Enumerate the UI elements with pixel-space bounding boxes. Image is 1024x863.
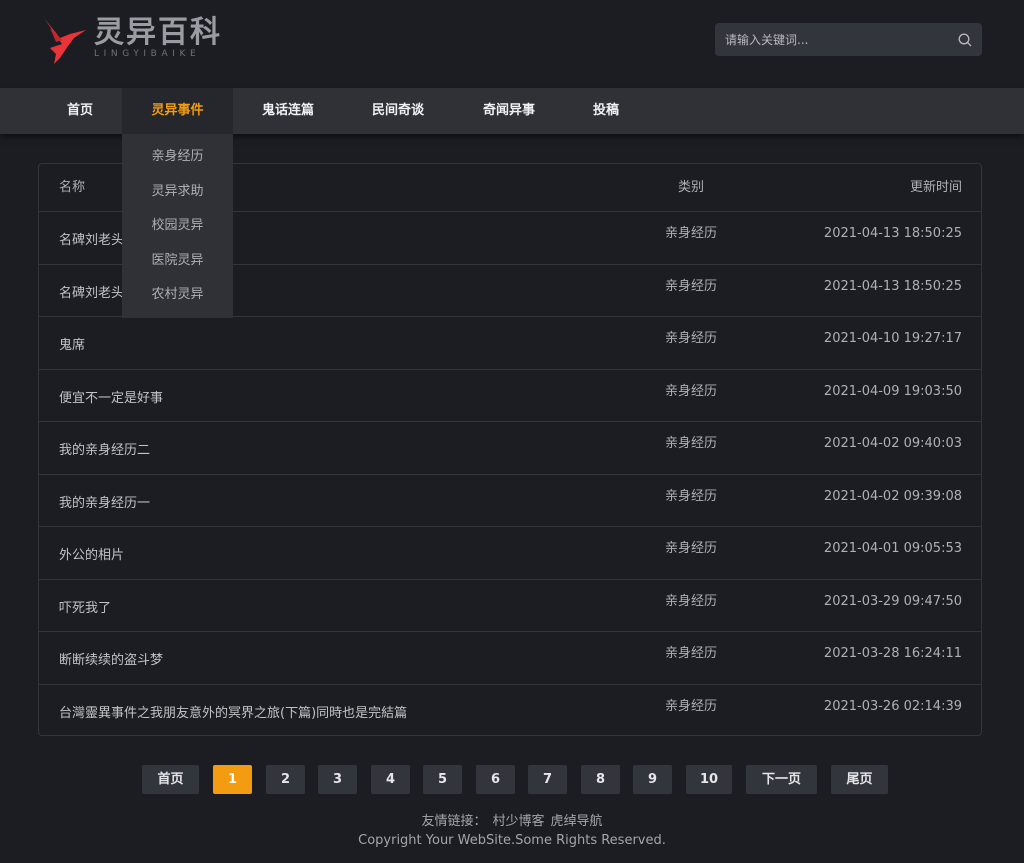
row-title-link[interactable]: 台灣靈異事件之我朋友意外的冥界之旅(下篇)同時也是完結篇	[59, 689, 407, 739]
row-title-link[interactable]: 我的亲身经历二	[59, 426, 150, 476]
page-button-3[interactable]: 3	[318, 765, 357, 794]
row-title-link[interactable]: 我的亲身经历一	[59, 479, 150, 529]
table-row: 便宜不一定是好事 亲身经历 2021-04-09 19:03:50	[39, 370, 981, 424]
nav-item-folk-tales[interactable]: 民间奇谈	[362, 88, 434, 134]
table-row: 我的亲身经历一 亲身经历 2021-04-02 09:39:08	[39, 475, 981, 529]
nav-dropdown-menu: 亲身经历 灵异求助 校园灵异 医院灵异 农村灵异	[122, 134, 233, 318]
dropdown-item-personal-experience[interactable]: 亲身经历	[122, 140, 233, 175]
header-name: 名称	[59, 180, 86, 195]
bird-logo-icon	[44, 18, 86, 64]
friend-link[interactable]: 虎绰导航	[551, 814, 603, 829]
row-category: 亲身经历	[664, 488, 717, 504]
nav-item-ghost-stories[interactable]: 鬼话连篇	[252, 88, 324, 134]
table-row: 断断续续的盗斗梦 亲身经历 2021-03-28 16:24:11	[39, 632, 981, 685]
row-category: 亲身经历	[664, 593, 717, 609]
row-title-link[interactable]: 吓死我了	[59, 584, 111, 634]
page-button-5[interactable]: 5	[423, 765, 462, 794]
row-time: 2021-04-09 19:03:50	[823, 383, 962, 399]
nav-item-paranormal-events[interactable]: 灵异事件	[122, 88, 233, 134]
friend-links: 友情链接： 村少博客 虎绰导航	[0, 812, 1024, 832]
table-row: 我的亲身经历二 亲身经历 2021-04-02 09:40:03	[39, 422, 981, 475]
row-title-link[interactable]: 鬼席	[59, 321, 85, 371]
dropdown-item-help[interactable]: 灵异求助	[122, 175, 233, 210]
site-logo[interactable]: 灵异百科 LINGYIBAIKE	[40, 14, 222, 66]
table-row: 鬼席 亲身经历 2021-04-10 19:27:17	[39, 317, 981, 370]
row-time: 2021-04-13 18:50:25	[823, 226, 962, 241]
dropdown-item-hospital[interactable]: 医院灵异	[122, 244, 233, 279]
row-title-link[interactable]: 断断续续的盗斗梦	[59, 636, 163, 686]
main-nav: 首页 灵异事件 鬼话连篇 民间奇谈 奇闻异事 投稿	[0, 88, 1024, 134]
page-button-8[interactable]: 8	[581, 765, 620, 794]
row-time: 2021-04-10 19:27:17	[823, 331, 962, 346]
row-time: 2021-04-02 09:40:03	[823, 436, 962, 451]
friend-links-label: 友情链接：	[421, 814, 487, 829]
row-category: 亲身经历	[664, 698, 717, 714]
row-time: 2021-03-26 02:14:39	[823, 698, 962, 714]
search-input[interactable]	[715, 23, 948, 56]
row-category: 亲身经历	[664, 226, 717, 241]
search-box	[715, 23, 982, 56]
header-category: 类别	[677, 180, 704, 195]
row-category: 亲身经历	[664, 383, 717, 399]
row-time: 2021-04-01 09:05:53	[823, 541, 962, 556]
page-last-button[interactable]: 尾页	[831, 765, 888, 794]
header-time: 更新时间	[909, 180, 962, 195]
row-title-link[interactable]: 便宜不一定是好事	[59, 374, 163, 424]
row-category: 亲身经历	[664, 541, 717, 556]
page-next-button[interactable]: 下一页	[746, 765, 817, 794]
dropdown-item-village[interactable]: 农村灵异	[122, 278, 233, 313]
nav-item-strange-news[interactable]: 奇闻异事	[473, 88, 545, 134]
page-button-2[interactable]: 2	[266, 765, 305, 794]
nav-item-home[interactable]: 首页	[56, 88, 104, 134]
search-button[interactable]	[948, 23, 982, 56]
row-title-link[interactable]: 外公的相片	[59, 531, 124, 581]
row-time: 2021-04-02 09:39:08	[823, 488, 962, 504]
row-category: 亲身经历	[664, 646, 717, 661]
page-button-6[interactable]: 6	[476, 765, 515, 794]
search-icon	[958, 33, 972, 46]
site-footer: 友情链接： 村少博客 虎绰导航 Copyright Your WebSite.Som…	[0, 812, 1024, 850]
page-button-7[interactable]: 7	[528, 765, 567, 794]
dropdown-item-campus[interactable]: 校园灵异	[122, 209, 233, 244]
friend-link[interactable]: 村少博客	[492, 814, 544, 829]
row-title-link[interactable]: 名碑刘老头	[59, 269, 124, 319]
site-header: 灵异百科 LINGYIBAIKE	[0, 0, 1024, 88]
row-category: 亲身经历	[664, 436, 717, 451]
table-row: 吓死我了 亲身经历 2021-03-29 09:47:50	[39, 580, 981, 634]
pagination: 首页 1 2 3 4 5 6 7 8 9 10 下一页 尾页	[0, 765, 1024, 794]
row-category: 亲身经历	[664, 278, 717, 294]
row-time: 2021-04-13 18:50:25	[823, 278, 962, 294]
nav-item-submit[interactable]: 投稿	[584, 88, 628, 134]
row-title-link[interactable]: 名碑刘老头	[59, 216, 124, 266]
logo-text: 灵异百科 LINGYIBAIKE	[94, 16, 222, 60]
table-row: 台灣靈異事件之我朋友意外的冥界之旅(下篇)同時也是完結篇 亲身经历 2021-0…	[39, 685, 981, 738]
row-time: 2021-03-28 16:24:11	[823, 646, 962, 661]
page-button-10[interactable]: 10	[686, 765, 732, 794]
page-button-9[interactable]: 9	[633, 765, 672, 794]
logo-name-cn: 灵异百科	[94, 15, 222, 50]
page-button-1[interactable]: 1	[213, 765, 252, 794]
row-time: 2021-03-29 09:47:50	[823, 593, 962, 609]
copyright: Copyright Your WebSite.Some Rights Reser…	[358, 833, 666, 848]
page-button-4[interactable]: 4	[371, 765, 410, 794]
table-row: 外公的相片 亲身经历 2021-04-01 09:05:53	[39, 527, 981, 580]
row-category: 亲身经历	[664, 331, 717, 346]
page-first-button[interactable]: 首页	[142, 765, 199, 794]
